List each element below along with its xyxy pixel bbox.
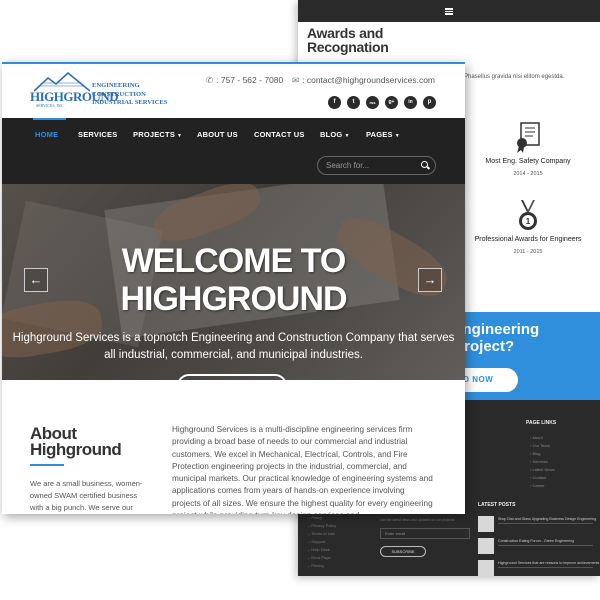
newsletter-note: Get the latest news and updates on our p…	[380, 518, 456, 522]
post-excerpt	[498, 523, 593, 524]
medal-icon: 1	[519, 200, 537, 230]
slider-next-arrow-icon[interactable]: →	[418, 268, 442, 292]
hero-cta-button[interactable]	[177, 374, 287, 380]
footer-link[interactable]: Help Desk	[308, 546, 336, 554]
mobile-topbar	[298, 0, 600, 22]
svg-text:1: 1	[526, 217, 531, 226]
footer-link[interactable]: Pricing	[308, 562, 336, 570]
post-thumbnail	[478, 516, 494, 532]
foreground-page: HIGHGROUND SERVICES, INC. ENGINEERING CO…	[2, 62, 465, 514]
nav-item-label: PROJECTS	[133, 130, 176, 139]
nav-item-blog[interactable]: BLOG ▼	[320, 130, 350, 139]
page-links-list: About Our Team Blog Services Latest News…	[530, 434, 554, 490]
footer-link[interactable]: Latest News	[530, 466, 554, 474]
email-contact[interactable]: ✉: contact@highgroundservices.com	[292, 75, 435, 86]
post-title: Shop Dial and Glass Upgrading Business D…	[498, 517, 597, 521]
latest-posts-heading: LATEST POSTS	[478, 502, 516, 508]
nav-item-label: PAGES	[366, 130, 393, 139]
nav-item-services[interactable]: SERVICES	[78, 130, 117, 139]
footer-link[interactable]: Career	[530, 482, 554, 490]
hero-subtitle: Highground Services is a topnotch Engine…	[12, 332, 455, 361]
social-links: f t rss g+ in p	[328, 96, 436, 109]
post-excerpt	[498, 545, 593, 546]
phone-contact[interactable]: ✆: 757 - 562 - 7080	[206, 75, 283, 86]
post-title: Highground Services that are reasons to …	[498, 561, 600, 565]
rss-icon[interactable]: rss	[366, 96, 379, 109]
hero-slider: WELCOME TO HIGHGROUND Highground Service…	[2, 184, 465, 380]
nav-item-home[interactable]: HOME	[35, 130, 58, 139]
footer-link[interactable]: About	[530, 434, 554, 442]
envelope-icon: ✉	[292, 75, 300, 85]
logo-tagline-line: ENGINEERING	[92, 82, 140, 89]
logo-subtitle: SERVICES, INC.	[36, 103, 65, 108]
top-accent-bar	[2, 62, 465, 64]
quick-links-list: Policy Privacy Policy Terms of Use Suppo…	[308, 514, 336, 570]
nav-item-projects[interactable]: PROJECTS ▼	[133, 130, 182, 139]
latest-post-item[interactable]: Construction Eating Forum - Green Engine…	[478, 538, 596, 554]
latest-post-item[interactable]: Shop Dial and Glass Upgrading Business D…	[478, 516, 596, 532]
nav-item-about-us[interactable]: ABOUT US	[197, 130, 238, 139]
nav-item-contact-us[interactable]: CONTACT US	[254, 130, 305, 139]
main-navigation: HOME SERVICES PROJECTS ▼ ABOUT US CONTACT…	[2, 118, 465, 184]
footer-link[interactable]: Error Page	[308, 554, 336, 562]
footer-link[interactable]: Contact	[530, 474, 554, 482]
twitter-icon[interactable]: t	[347, 96, 360, 109]
footer-link[interactable]: Terms of Use	[308, 530, 336, 538]
phone-number: : 757 - 562 - 7080	[216, 75, 284, 85]
footer-link[interactable]: Services	[530, 458, 554, 466]
footer-link[interactable]: Blog	[530, 450, 554, 458]
post-thumbnail	[478, 560, 494, 576]
pinterest-icon[interactable]: p	[423, 96, 436, 109]
about-divider	[30, 464, 64, 466]
awards-heading: Awards and Recognation	[307, 25, 389, 55]
phone-icon: ✆	[206, 75, 214, 85]
page-links-heading: PAGE LINKS	[526, 420, 557, 426]
logo-tagline-line: INDUSTRIAL SERVICES	[92, 99, 168, 107]
footer-link[interactable]: Privacy Policy	[308, 522, 336, 530]
footer-link[interactable]: Support	[308, 538, 336, 546]
hero-title-line-2: HIGHGROUND	[120, 280, 347, 318]
footer-link[interactable]: Our Team	[530, 442, 554, 450]
award-title: Professional Awards for Engineers	[474, 236, 582, 243]
caret-down-icon: ▼	[344, 133, 350, 139]
about-heading-line-2: Highground	[30, 440, 122, 459]
logo-tagline-line: CONSTRUCTION	[92, 90, 146, 98]
award-years: 2011 - 2015	[513, 249, 543, 255]
post-excerpt	[498, 567, 593, 568]
about-heading: About Highground	[30, 425, 122, 459]
caret-down-icon: ▼	[394, 133, 400, 139]
about-body-text: Highground Services is a multi-disciplin…	[172, 425, 433, 514]
site-logo[interactable]: HIGHGROUND SERVICES, INC. ENGINEERING CO…	[30, 72, 167, 112]
facebook-icon[interactable]: f	[328, 96, 341, 109]
email-address: : contact@highgroundservices.com	[302, 75, 436, 85]
nav-item-pages[interactable]: PAGES ▼	[366, 130, 400, 139]
slider-prev-arrow-icon[interactable]: ←	[24, 268, 48, 292]
about-intro-text: We are a small business, women-owned SWA…	[30, 479, 143, 512]
search-icon[interactable]	[421, 161, 428, 168]
google-plus-icon[interactable]: g+	[385, 96, 398, 109]
screenshot-stage: Awards and Recognation Phasellus gravida…	[0, 0, 600, 600]
certificate-icon	[517, 122, 540, 153]
latest-post-item[interactable]: Highground Services that are reasons to …	[478, 560, 600, 576]
award-item: Most Eng. Safety Company 2014 - 2015	[468, 122, 588, 177]
search-box[interactable]: Search for...	[317, 156, 436, 175]
footer-link[interactable]: Policy	[308, 514, 336, 522]
nav-active-indicator	[33, 118, 66, 120]
award-title: Most Eng. Safety Company	[485, 158, 571, 165]
linkedin-icon[interactable]: in	[404, 96, 417, 109]
newsletter-email-input[interactable]: Enter email	[380, 528, 470, 539]
post-title: Construction Eating Forum - Green Engine…	[498, 539, 575, 543]
logo-tagline: ENGINEERING CONSTRUCTION INDUSTRIAL SERV…	[92, 82, 167, 108]
award-years: 2014 - 2015	[513, 171, 543, 177]
hamburger-menu-icon[interactable]	[445, 7, 453, 15]
post-thumbnail	[478, 538, 494, 554]
search-input[interactable]: Search for...	[326, 161, 369, 170]
awards-intro-text: Phasellus gravida nisi elitom egestda.	[464, 74, 565, 80]
award-item: 1 Professional Awards for Engineers 2011…	[468, 200, 588, 255]
hero-title-line-1: WELCOME TO	[121, 242, 347, 280]
nav-item-label: BLOG	[320, 130, 343, 139]
subscribe-button[interactable]: SUBSCRIBE	[380, 546, 426, 557]
caret-down-icon: ▼	[177, 133, 183, 139]
